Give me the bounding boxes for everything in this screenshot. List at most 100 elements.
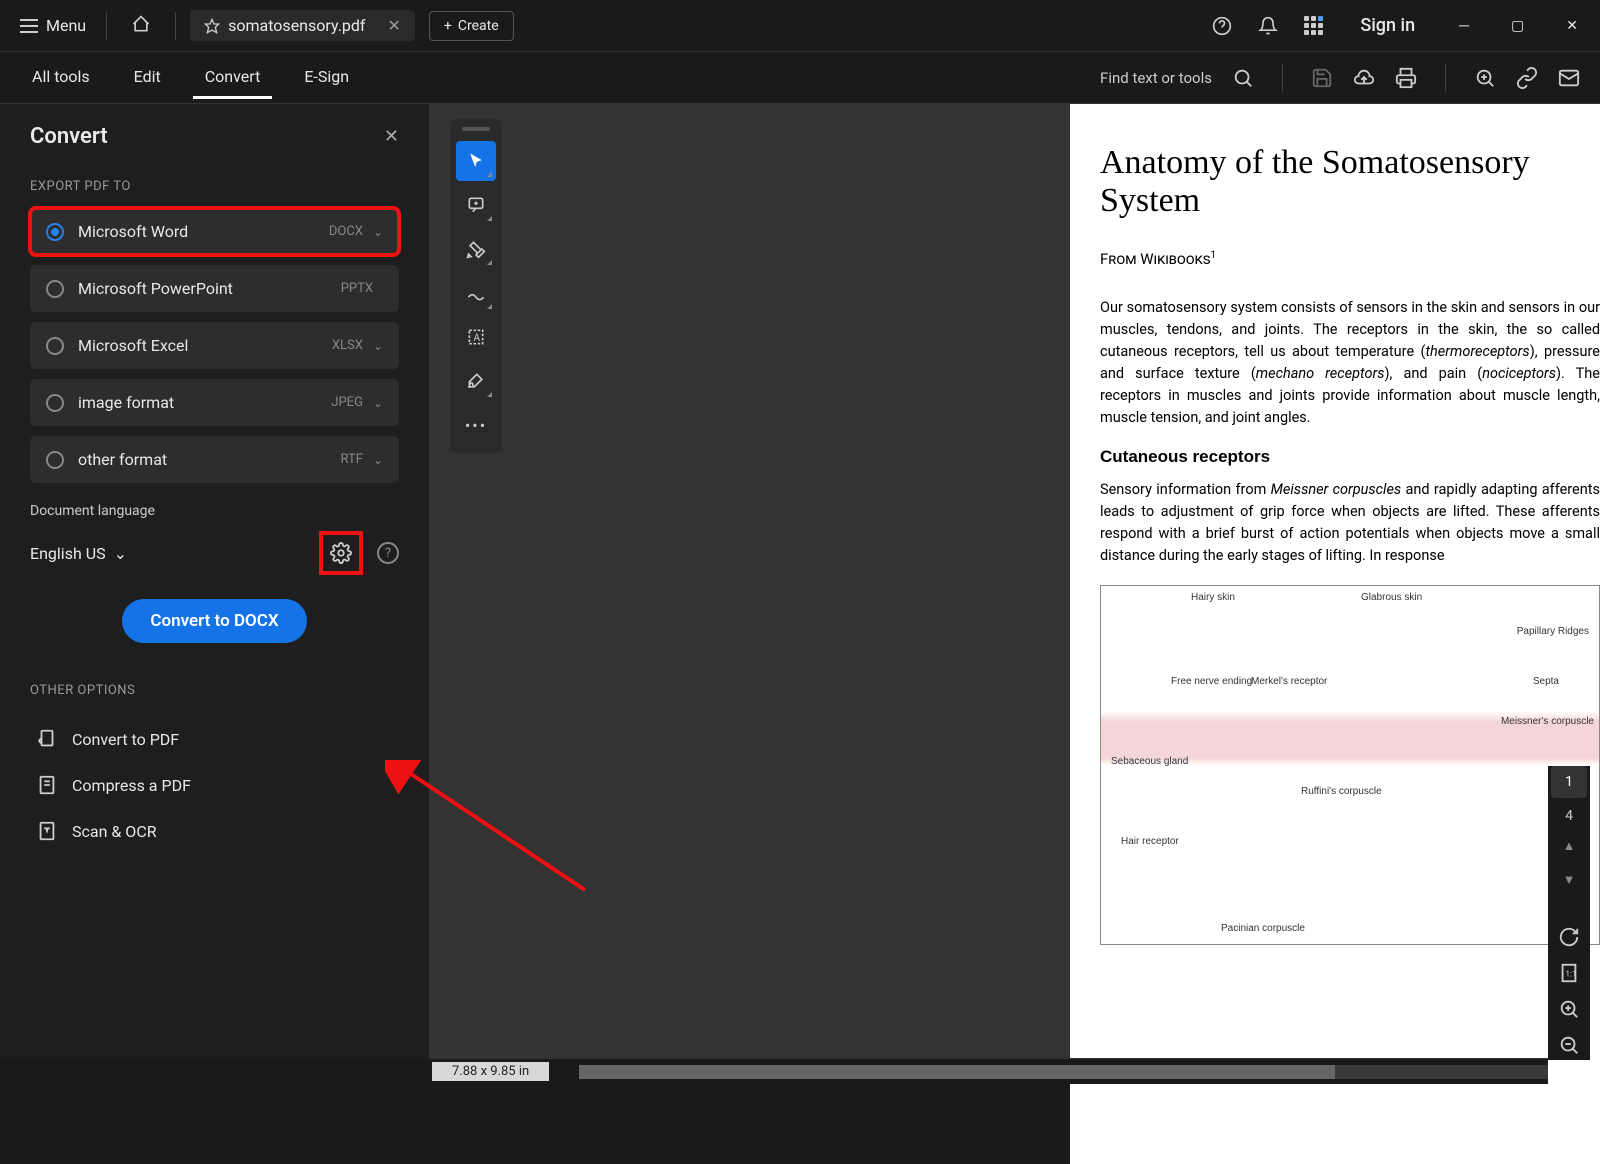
export-option-other[interactable]: other format RTF ⌄ [30,436,399,483]
maximize-button[interactable]: ▢ [1497,10,1538,42]
convert-to-pdf-button[interactable]: Convert to PDF [30,716,399,762]
panel-close-button[interactable]: ✕ [384,126,399,147]
fig-label: Septa [1533,676,1559,687]
divider [1282,64,1283,92]
chevron-down-icon: ⌄ [114,544,127,563]
doc-paragraph: Sensory information from Meissner corpus… [1100,479,1600,567]
tab-close-button[interactable]: ✕ [387,16,400,35]
panel-header: Convert ✕ [30,124,399,149]
pdf-page[interactable]: Anatomy of the Somatosensory System From… [1070,104,1600,1164]
highlight-tool[interactable] [456,229,496,269]
draw-icon [466,283,486,303]
bell-icon [1258,16,1278,36]
compress-icon [36,774,58,796]
link-button[interactable] [1516,67,1538,89]
settings-button[interactable] [319,531,363,575]
page-down-button[interactable]: ▼ [1559,868,1580,892]
draw-tool[interactable] [456,273,496,313]
fig-label: Sebaceous gland [1111,756,1188,767]
fig-label: Meissner's corpuscle [1501,716,1594,727]
save-button[interactable] [1311,67,1333,89]
email-button[interactable] [1558,67,1580,89]
scan-ocr-button[interactable]: Scan & OCR [30,808,399,854]
sign-tool[interactable] [456,361,496,401]
rotate-icon [1558,926,1580,948]
svg-text:A: A [474,333,481,344]
export-option-powerpoint[interactable]: Microsoft PowerPoint PPTX [30,265,399,312]
other-item-label: Scan & OCR [72,822,157,841]
drag-handle[interactable] [462,127,490,131]
hamburger-icon [20,19,38,33]
language-help-button[interactable]: ? [377,542,399,564]
language-row: English US ⌄ ? [30,531,399,575]
radio-selected-icon [46,223,64,241]
divider [106,12,107,40]
page-up-button[interactable]: ▲ [1559,834,1580,858]
more-tools[interactable]: ••• [456,405,496,445]
tab-convert[interactable]: Convert [193,57,273,99]
option-ext: RTF [340,452,362,467]
current-page-input[interactable]: 1 [1551,766,1587,798]
cloud-upload-button[interactable] [1353,67,1375,89]
comment-tool[interactable] [456,185,496,225]
export-option-image[interactable]: image format JPEG ⌄ [30,379,399,426]
tab-edit[interactable]: Edit [122,57,173,99]
apps-button[interactable] [1298,10,1330,42]
plus-icon: + [444,18,452,34]
convert-button[interactable]: Convert to DOCX [122,599,306,643]
fig-label: Merkel's receptor [1251,676,1327,687]
fig-label: Papillary Ridges [1517,626,1589,637]
quick-tools-bar[interactable]: A ••• [450,119,502,453]
chevron-down-icon[interactable]: ⌄ [373,339,383,353]
zoom-in-button[interactable] [1558,998,1580,1024]
create-button[interactable]: + Create [429,11,514,41]
convert-panel: Convert ✕ EXPORT PDF TO Microsoft Word D… [0,104,430,1058]
menu-label: Menu [46,16,86,35]
chevron-down-icon[interactable]: ⌄ [373,225,383,239]
zoom-out-button[interactable] [1558,1034,1580,1060]
document-viewer[interactable]: A ••• Anatomy of the Somatosensory Syste… [430,104,1548,1058]
fig-label: Hair receptor [1121,836,1179,847]
signin-button[interactable]: Sign in [1344,15,1431,36]
other-item-label: Convert to PDF [72,730,179,749]
doc-subtitle: From Wikibooks1 [1100,250,1600,269]
tab-esign[interactable]: E-Sign [292,57,361,99]
fig-label: Free nerve ending [1171,676,1252,687]
horizontal-scrollbar[interactable] [579,1065,1548,1079]
chevron-down-icon[interactable]: ⌄ [373,396,383,410]
doc-figure: Hairy skin Glabrous skin Papillary Ridge… [1100,585,1600,945]
help-button[interactable] [1206,10,1238,42]
fit-page-button[interactable]: 1:1 [1558,962,1580,988]
text-select-tool[interactable]: A [456,317,496,357]
export-option-word[interactable]: Microsoft Word DOCX ⌄ [30,208,399,255]
option-name: Microsoft Excel [78,336,332,355]
tab-all-tools[interactable]: All tools [20,57,102,99]
scroll-thumb[interactable] [579,1065,1335,1079]
ai-assistant-button[interactable] [1474,67,1496,89]
compress-pdf-button[interactable]: Compress a PDF [30,762,399,808]
document-tab[interactable]: somatosensory.pdf ✕ [190,10,415,41]
close-window-button[interactable]: ✕ [1552,10,1592,42]
titlebar-right: Sign in ─ ▢ ✕ [1206,9,1592,42]
zoom-in-icon [1558,998,1580,1020]
cloud-upload-icon [1353,67,1375,89]
home-button[interactable] [119,6,163,46]
option-ext: DOCX [329,224,363,239]
export-option-excel[interactable]: Microsoft Excel XLSX ⌄ [30,322,399,369]
search-button[interactable] [1232,67,1254,89]
rotate-button[interactable] [1558,926,1580,952]
highlight-icon [466,239,486,259]
select-tool[interactable] [456,141,496,181]
minimize-button[interactable]: ─ [1445,9,1483,42]
option-name: Microsoft Word [78,222,329,241]
notifications-button[interactable] [1252,10,1284,42]
tab-title: somatosensory.pdf [228,16,365,35]
find-label[interactable]: Find text or tools [1100,69,1212,87]
print-button[interactable] [1395,67,1417,89]
chevron-down-icon[interactable]: ⌄ [373,453,383,467]
language-select[interactable]: English US ⌄ [30,544,127,563]
home-icon [131,14,151,34]
doc-paragraph: Our somatosensory system consists of sen… [1100,297,1600,429]
menu-button[interactable]: Menu [8,10,98,41]
radio-icon [46,280,64,298]
